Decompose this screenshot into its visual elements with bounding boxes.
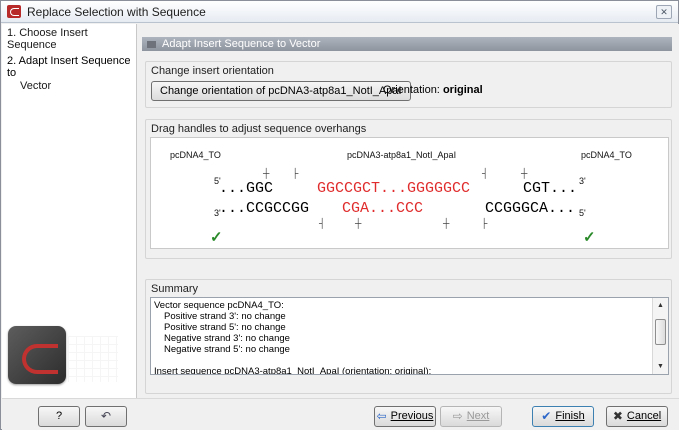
- logo-grid: [68, 336, 118, 382]
- previous-label: Previous: [390, 410, 434, 422]
- top-left-vector-handle[interactable]: ┼: [263, 168, 269, 178]
- dialog-window: Replace Selection with Sequence ✕ 1. Cho…: [0, 0, 679, 430]
- sequence-canvas: pcDNA4_TO pcDNA3-atp8a1_NotI_ApaI pcDNA4…: [150, 137, 669, 249]
- next-button[interactable]: ⇨ Next: [440, 406, 502, 427]
- orientation-value: original: [442, 84, 483, 96]
- orientation-panel: Change insert orientation Change orienta…: [145, 61, 672, 108]
- overhang-panel: Drag handles to adjust sequence overhang…: [145, 119, 672, 259]
- summary-panel: Summary Vector sequence pcDNA4_TO: Posit…: [145, 279, 672, 394]
- finish-label: Finish: [555, 410, 585, 422]
- help-button[interactable]: ?: [38, 406, 80, 427]
- top-right-vector-sequence: CGT...: [523, 180, 578, 197]
- step-choose-insert[interactable]: 1. Choose Insert Sequence: [2, 24, 136, 52]
- summary-panel-title: Summary: [151, 283, 199, 295]
- left-vector-label: pcDNA4_TO: [170, 150, 221, 160]
- finish-button[interactable]: ✔ Finish: [532, 406, 594, 427]
- step-adapt-insert[interactable]: 2. Adapt Insert Sequence to: [2, 52, 136, 80]
- step-adapt-insert-continued: Vector: [20, 80, 52, 92]
- scroll-down-icon[interactable]: ▼: [653, 360, 668, 374]
- wizard-footer: ? ↶ ⇦ Previous ⇨ Next ✔ Finish ✖ Cancel: [2, 398, 679, 430]
- cancel-button[interactable]: ✖ Cancel: [606, 406, 668, 427]
- orientation-status: Orientation: original: [383, 84, 483, 96]
- top-left-vector-sequence: ...GGC: [219, 180, 274, 197]
- logo-tile: [8, 326, 66, 384]
- bottom-insert-sequence: CGA...CCC: [342, 200, 424, 217]
- help-label: ?: [55, 410, 63, 422]
- main-content: Adapt Insert Sequence to Vector Change i…: [138, 24, 679, 398]
- scroll-thumb[interactable]: [655, 319, 666, 345]
- previous-button[interactable]: ⇦ Previous: [374, 406, 436, 427]
- reset-icon: ↶: [100, 409, 112, 423]
- app-logo-icon: [7, 5, 21, 18]
- bottom-left-vector-handle[interactable]: ┤: [319, 218, 325, 228]
- wizard-steps-sidebar: 1. Choose Insert Sequence 2. Adapt Inser…: [2, 24, 137, 398]
- top-insert-start-handle[interactable]: ├: [292, 168, 298, 178]
- reset-button[interactable]: ↶: [85, 406, 127, 427]
- title-bar: Replace Selection with Sequence ✕: [1, 1, 678, 23]
- bottom-right-vector-sequence: CCGGGCA...: [485, 200, 576, 217]
- arrow-left-icon: ⇦: [376, 409, 387, 423]
- insert-name-label: pcDNA3-atp8a1_NotI_ApaI: [347, 150, 457, 160]
- summary-line: Negative strand 5': no change: [164, 344, 290, 355]
- bottom-right-vector-handle[interactable]: ├: [481, 218, 487, 228]
- right-vector-label: pcDNA4_TO: [581, 150, 632, 160]
- bottom-left-vector-sequence: ...CCGCCGG: [219, 200, 310, 217]
- bottom-insert-end-handle[interactable]: ┼: [443, 218, 449, 228]
- orientation-panel-title: Change insert orientation: [151, 65, 274, 77]
- window-title: Replace Selection with Sequence: [27, 5, 206, 19]
- orientation-prefix: Orientation:: [383, 84, 440, 96]
- summary-scrollbar[interactable]: ▲ ▼: [652, 298, 668, 374]
- checkmark-icon: ✔: [541, 409, 552, 423]
- bottom-5prime-label: 5': [579, 208, 586, 218]
- summary-line: Insert sequence pcDNA3-atp8a1_NotI_ApaI …: [154, 366, 432, 375]
- summary-line: Positive strand 5': no change: [164, 322, 286, 333]
- cancel-x-icon: ✖: [612, 409, 623, 423]
- scroll-up-icon[interactable]: ▲: [653, 299, 668, 313]
- summary-content: Vector sequence pcDNA4_TO: Positive stra…: [154, 300, 432, 375]
- top-insert-sequence: GGCCGCT...GGGGGCC: [317, 180, 471, 197]
- clc-logo: [8, 326, 120, 384]
- top-insert-end-handle[interactable]: ┤: [482, 168, 488, 178]
- summary-line: Positive strand 3': no change: [164, 311, 286, 322]
- summary-line: [154, 355, 431, 366]
- summary-line: Vector sequence pcDNA4_TO:: [154, 300, 284, 311]
- summary-text-area[interactable]: Vector sequence pcDNA4_TO: Positive stra…: [150, 297, 669, 375]
- change-orientation-button[interactable]: Change orientation of pcDNA3-atp8a1_NotI…: [151, 81, 411, 101]
- section-title: Adapt Insert Sequence to Vector: [142, 37, 672, 51]
- overhang-panel-title: Drag handles to adjust sequence overhang…: [151, 123, 367, 135]
- cancel-label: Cancel: [626, 410, 662, 422]
- left-compatible-check-icon: ✓: [210, 229, 223, 246]
- next-label: Next: [466, 410, 490, 422]
- bottom-insert-start-handle[interactable]: ┼: [355, 218, 361, 228]
- close-icon[interactable]: ✕: [656, 5, 672, 19]
- top-right-vector-handle[interactable]: ┼: [521, 168, 527, 178]
- arrow-right-icon: ⇨: [452, 409, 463, 423]
- right-compatible-check-icon: ✓: [583, 229, 596, 246]
- top-3prime-label: 3': [579, 176, 586, 186]
- summary-line: Negative strand 3': no change: [164, 333, 290, 344]
